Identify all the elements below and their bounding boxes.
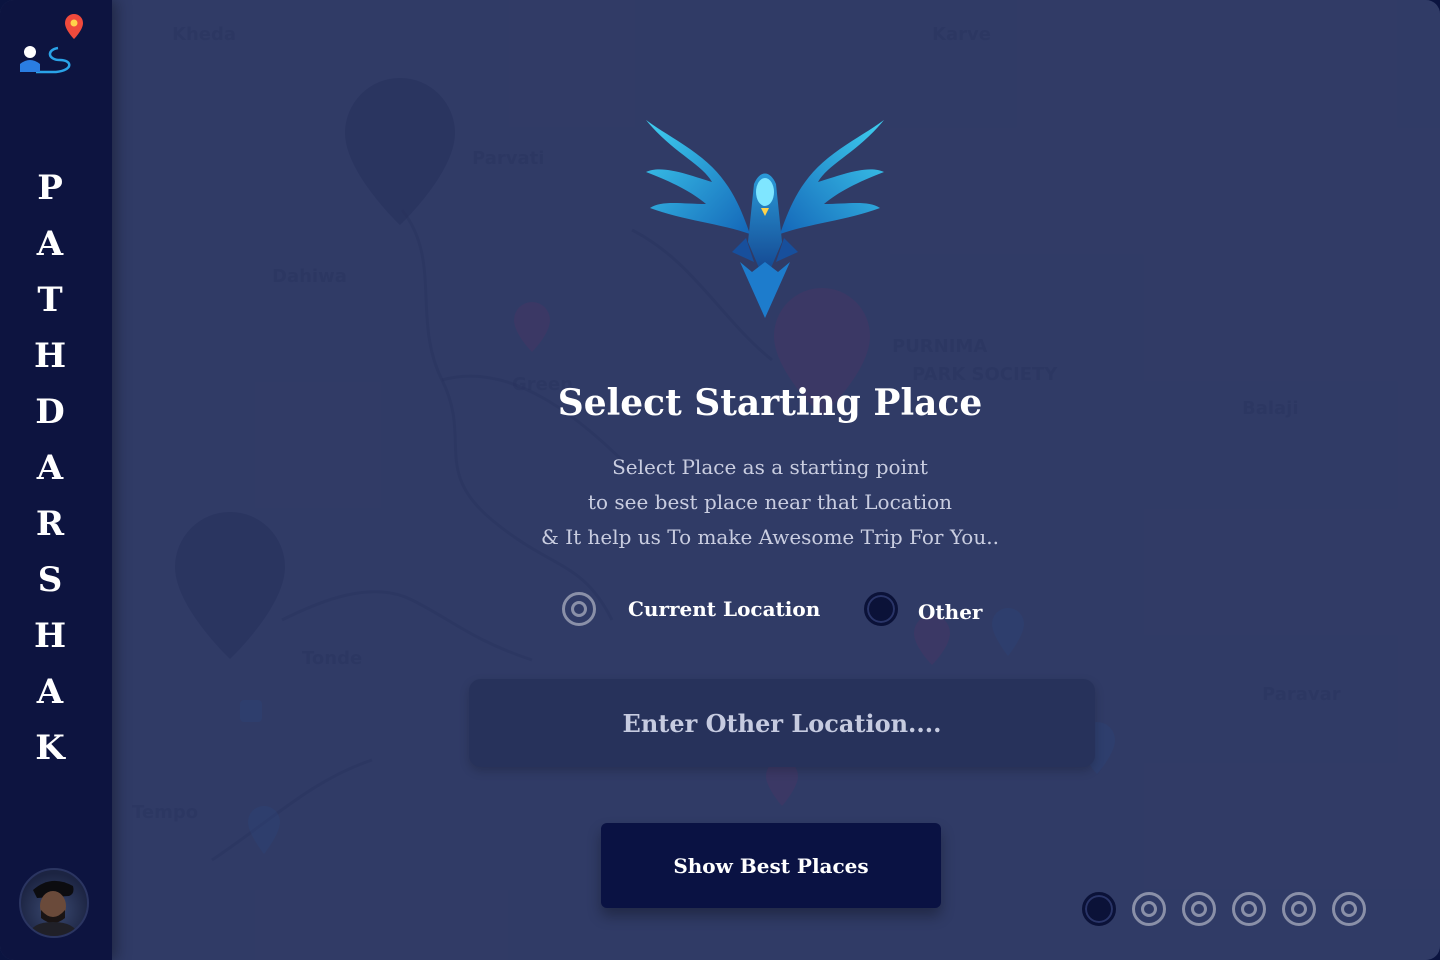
- brand-vertical-title: P A T H D A R S H A K: [0, 160, 100, 776]
- pagination-dot[interactable]: [1132, 892, 1166, 926]
- brand-letter: A: [36, 672, 64, 712]
- description: Select Place as a starting point to see …: [112, 450, 1428, 555]
- pagination-dot[interactable]: [1282, 892, 1316, 926]
- description-line: Select Place as a starting point: [612, 455, 928, 479]
- radio-target-icon[interactable]: [562, 592, 596, 626]
- page-title: Select Starting Place: [557, 382, 983, 424]
- pagination-dot[interactable]: [1182, 892, 1216, 926]
- pagination-dot[interactable]: [1232, 892, 1266, 926]
- other-location-input[interactable]: [469, 679, 1095, 767]
- other-location-option[interactable]: Other: [864, 592, 982, 626]
- brand-letter: D: [35, 392, 65, 432]
- location-options: Current Location Other: [112, 592, 1428, 632]
- brand-letter: R: [35, 504, 65, 544]
- brand-letter: A: [36, 448, 64, 488]
- brand-letter: T: [37, 280, 63, 320]
- current-location-label[interactable]: Current Location: [628, 597, 820, 621]
- other-location-label[interactable]: Other: [918, 600, 982, 624]
- pagination-dots: [1082, 892, 1366, 926]
- current-location-option[interactable]: Current Location: [562, 592, 820, 626]
- show-best-places-button[interactable]: Show Best Places: [601, 823, 941, 908]
- description-line: & It help us To make Awesome Trip For Yo…: [541, 525, 999, 549]
- app-logo-icon[interactable]: [16, 12, 88, 76]
- avatar[interactable]: [19, 868, 89, 938]
- description-line: to see best place near that Location: [587, 490, 953, 514]
- sidebar: P A T H D A R S H A K: [0, 0, 112, 960]
- brand-letter: H: [33, 336, 67, 376]
- bird-logo-icon: [642, 112, 888, 322]
- main-content: Select Starting Place Select Place as a …: [112, 0, 1440, 960]
- brand-letter: S: [37, 560, 63, 600]
- user-avatar-icon: [29, 880, 79, 936]
- radio-filled-icon[interactable]: [864, 592, 898, 626]
- brand-letter: A: [36, 224, 64, 264]
- pagination-dot[interactable]: [1332, 892, 1366, 926]
- brand-letter: H: [33, 616, 67, 656]
- app-window: Parvati Dahiwa Green PURNIMA PARK SOCIET…: [0, 0, 1440, 960]
- brand-letter: K: [35, 728, 65, 768]
- brand-letter: P: [37, 168, 63, 208]
- pagination-dot-active[interactable]: [1082, 892, 1116, 926]
